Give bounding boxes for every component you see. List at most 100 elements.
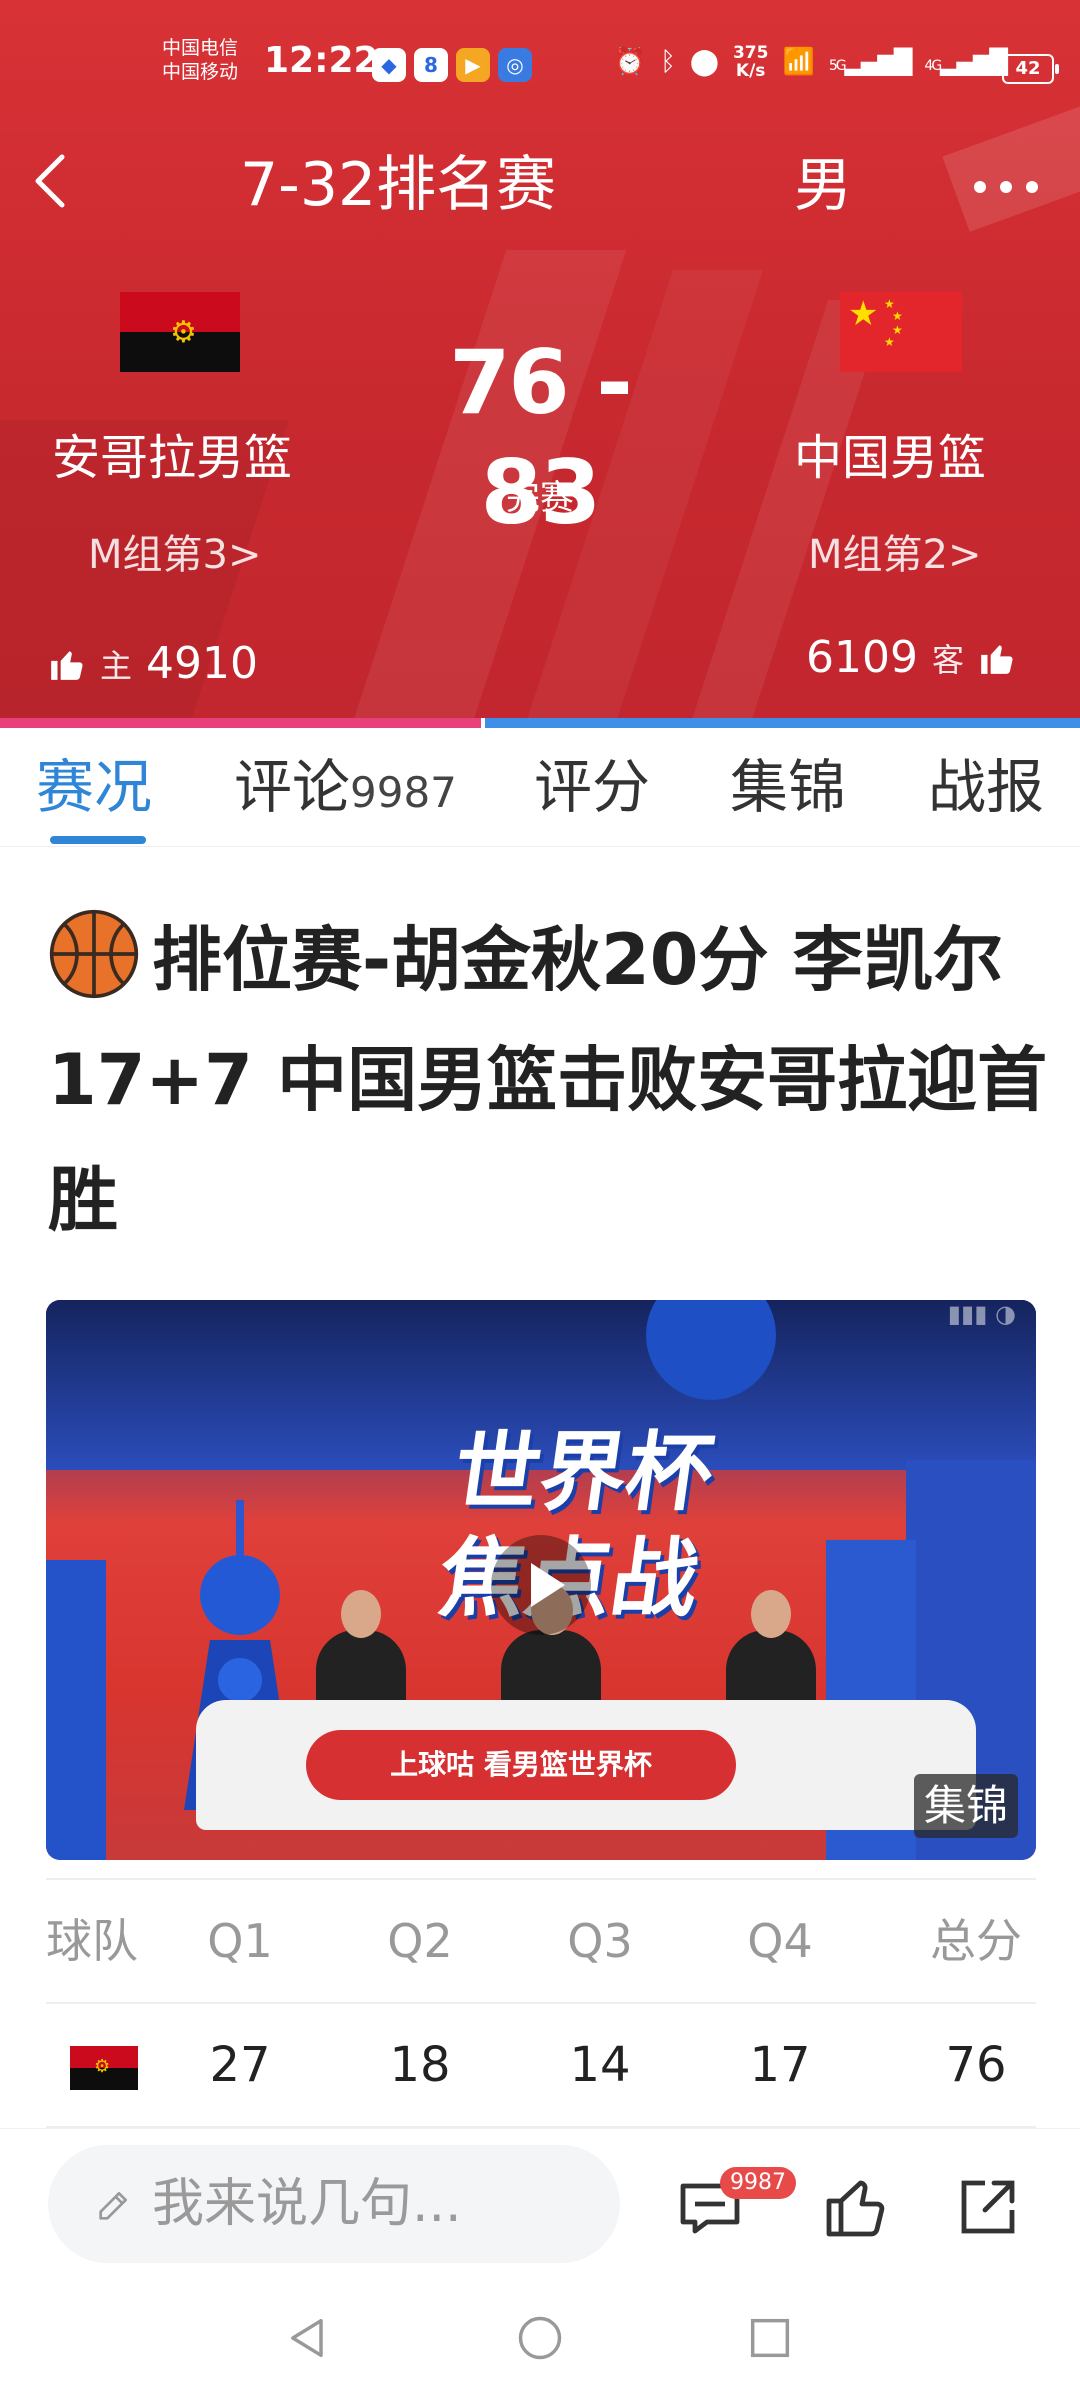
table-header-q1: Q1 [207,1914,273,1968]
q3-score: 14 [569,2037,631,2093]
signal-5g-label: 5G [828,58,847,74]
comment-input[interactable]: 我来说几句... [48,2145,620,2263]
shield-app-icon: ◆ [372,48,406,82]
table-header-team: 球队 [46,1914,138,1968]
status-bar: 中国电信 中国移动 12:22 ◆ 8 ▶ ◎ ⏰ ᛒ ⬤ 375 K/s 📶 … [0,30,1080,110]
video-title-line-1: 世界杯 [447,1423,720,1523]
home-group-rank-link[interactable]: M组第3> [88,528,261,582]
table-header-q3: Q3 [567,1914,633,1968]
thumbs-up-icon[interactable] [820,2171,892,2243]
china-flag-star-icon: ★ [884,335,895,349]
thumbs-up-icon [981,645,1013,674]
net-speed-value: 375 [732,43,769,63]
tab-comments[interactable]: 评论9987 [234,752,457,828]
total-score: 76 [945,2037,1007,2093]
page-title: 7-32排名赛 [240,150,557,220]
video-player[interactable]: ▮▮▮ ◑ 世界杯 焦点战 上球咕 看男篮世界杯 集锦 [46,1300,1036,1860]
app-8-icon: 8 [414,48,448,82]
tab-comment-count: 9987 [350,768,457,817]
quarter-score-table: 球队 Q1 Q2 Q3 Q4 总分 ⚙ 27 18 14 17 76 [46,1878,1036,2128]
carrier-1: 中国电信 [162,37,239,59]
support-ratio-bar [0,718,1080,728]
tab-label: 战报 [928,753,1045,821]
basketball-icon [49,909,139,999]
angola-emblem-icon: ⚙ [170,315,197,350]
desk-banner: 上球咕 看男篮世界杯 [306,1730,736,1800]
q2-score: 18 [389,2037,451,2093]
match-header: 中国电信 中国移动 12:22 ◆ 8 ▶ ◎ ⏰ ᛒ ⬤ 375 K/s 📶 … [0,0,1080,718]
status-right: ⏰ ᛒ ⬤ 375 K/s 📶 5G▂▄▆█ 4G▂▄▆█ [613,44,1008,80]
gender-selector[interactable]: 男 [794,150,852,220]
tab-highlights[interactable]: 集锦 [730,752,846,822]
away-tag: 客 [931,641,964,679]
active-tab-indicator [50,836,146,844]
china-flag-star-icon: ★ [848,294,879,334]
tab-report[interactable]: 战报 [928,752,1044,822]
alarm-icon: ⏰ [613,47,647,77]
angola-flag[interactable]: ⚙ [120,292,240,372]
tab-label: 集锦 [730,753,847,821]
nav-home-circle-icon[interactable] [514,2312,566,2364]
tab-live[interactable]: 赛况 [36,752,152,822]
status-time: 12:22 [264,40,379,81]
away-support-fill [484,718,1080,728]
home-like-button[interactable]: 主 4910 [48,636,258,692]
table-header-row: 球队 Q1 Q2 Q3 Q4 总分 [46,1878,1036,2004]
table-header-total: 总分 [930,1914,1022,1968]
video-highlights-badge: 集锦 [913,1774,1018,1838]
q4-score: 17 [749,2037,811,2093]
nav-recents-square-icon[interactable] [744,2312,796,2364]
q1-score: 27 [209,2037,271,2093]
carrier-2: 中国移动 [162,61,239,83]
notification-icons: ◆ 8 ▶ ◎ [372,48,532,82]
china-flag[interactable]: ★ ★ ★ ★ ★ [840,292,962,372]
tab-bar: 赛况 评论9987 评分 集锦 战报 [0,728,1080,847]
video-app-icon: ▶ [456,48,490,82]
net-speed-unit: K/s [735,61,766,81]
away-group-rank-link[interactable]: M组第2> [808,528,981,582]
location-icon: ⬤ [689,47,719,77]
system-navigation-bar [0,2268,1080,2400]
table-row: ⚙ 27 18 14 17 76 [46,2004,1036,2128]
angola-flag-icon: ⚙ [70,2046,138,2090]
tab-label: 评分 [534,753,651,821]
china-flag-star-icon: ★ [892,309,903,323]
more-options-button[interactable] [972,150,1040,210]
table-header-q2: Q2 [387,1914,453,1968]
thumbs-up-icon [51,651,83,680]
tab-label: 赛况 [36,753,153,821]
battery-icon: 42 [1002,54,1059,84]
table-header-q4: Q4 [747,1914,813,1968]
video-watermark-icon: ▮▮▮ ◑ [947,1300,1016,1328]
net-speed: 375 K/s [733,44,769,80]
comment-count-badge: 9987 [720,2167,796,2199]
signal-5g-icon: 5G▂▄▆█ [828,48,913,76]
article-headline[interactable]: 排位赛-胡金秋20分 李凯尔17+7 中国男篮击败安哥拉迎首胜 [48,900,1048,1260]
chevron-left-icon [35,154,65,208]
more-dots-icon [974,181,1038,193]
headline-text: 排位赛-胡金秋20分 李凯尔17+7 中国男篮击败安哥拉迎首胜 [48,919,1048,1241]
away-team-name[interactable]: 中国男篮 [794,428,1054,488]
signal-4g-icon: 4G▂▄▆█ [924,48,1008,76]
play-button[interactable] [491,1535,591,1635]
home-team-name[interactable]: 安哥拉男篮 [52,428,312,488]
tab-label: 评论 [234,753,351,821]
tab-ratings[interactable]: 评分 [534,752,650,822]
nav-back-triangle-icon[interactable] [282,2312,334,2364]
browser-app-icon: ◎ [498,48,532,82]
share-icon[interactable] [952,2171,1024,2243]
signal-4g-label: 4G [924,58,942,74]
comment-bar: 我来说几句... 9987 [0,2128,1080,2269]
away-like-count: 6109 [806,632,918,683]
back-button[interactable] [30,145,80,225]
away-like-button[interactable]: 6109 客 [806,630,1016,686]
bluetooth-icon: ᛒ [660,47,676,77]
match-status: 完赛 [506,478,574,518]
carrier-names: 中国电信 中国移动 [162,36,238,84]
home-support-fill [0,718,481,728]
comment-placeholder: 我来说几句... [152,2174,462,2234]
home-like-count: 4910 [146,638,258,689]
wifi-icon: 📶 [782,47,815,77]
home-tag: 主 [100,647,133,685]
pencil-icon [99,2192,127,2220]
